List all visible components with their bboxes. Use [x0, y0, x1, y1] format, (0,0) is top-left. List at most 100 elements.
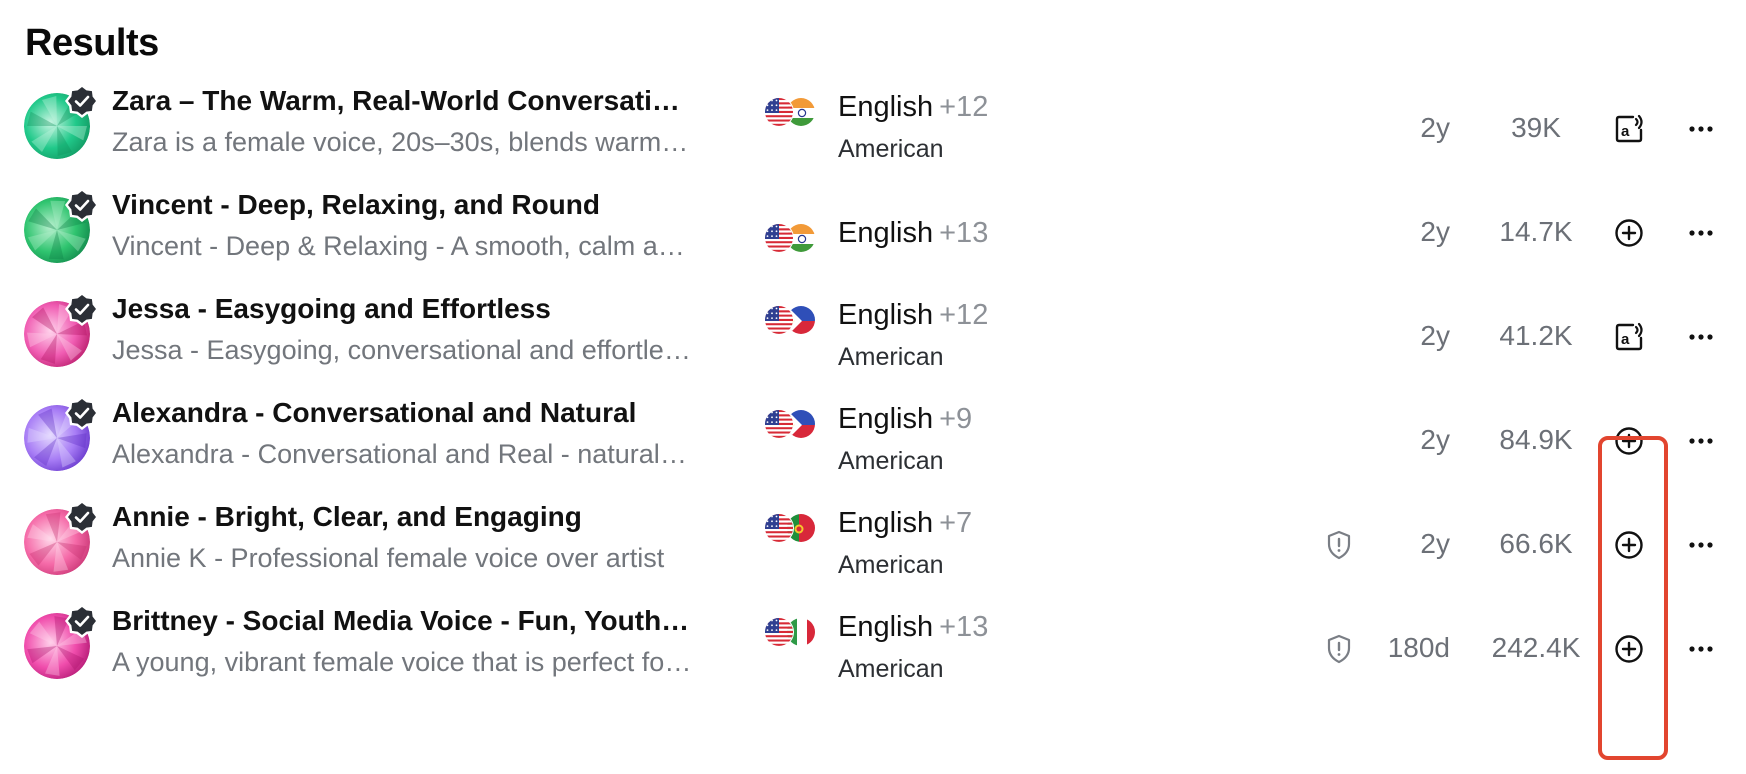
avatar[interactable]: [24, 396, 99, 471]
avatar[interactable]: [24, 292, 99, 367]
more-languages-count[interactable]: +13: [939, 217, 988, 249]
voice-name[interactable]: Brittney - Social Media Voice - Fun, You…: [112, 605, 692, 637]
ellipsis-horizontal-icon: [1684, 230, 1718, 254]
dubbing-icon: a: [1612, 114, 1646, 150]
voice-description: Annie K - Professional female voice over…: [112, 543, 665, 573]
ellipsis-horizontal-icon: [1684, 646, 1718, 670]
usage-count: 14.7K: [1499, 216, 1573, 247]
more-languages-count[interactable]: +12: [939, 299, 988, 331]
avatar[interactable]: [24, 188, 99, 263]
voice-description: Zara is a female voice, 20s–30s, blends …: [112, 127, 692, 157]
flag-us-icon: [764, 513, 794, 543]
svg-text:a: a: [1621, 331, 1630, 348]
flag-us-icon: [764, 305, 794, 335]
voice-age: 2y: [1420, 320, 1450, 351]
voice-row[interactable]: Zara – The Warm, Real-World Conversation…: [0, 71, 1746, 187]
more-languages-count[interactable]: +9: [939, 403, 972, 435]
language-flags: [764, 513, 820, 543]
accent-label: American: [838, 551, 944, 579]
accent-label: American: [838, 343, 944, 371]
flag-us-icon: [764, 223, 794, 253]
more-languages-count[interactable]: +12: [939, 91, 988, 123]
svg-text:a: a: [1621, 123, 1630, 140]
add-voice-button[interactable]: [1612, 216, 1646, 250]
shield-exclamation-icon: [1322, 632, 1356, 666]
language-name: English: [838, 91, 934, 123]
verified-badge-icon: [64, 291, 100, 327]
language-flags: [764, 305, 820, 335]
more-options-button[interactable]: [1684, 216, 1718, 250]
voice-row[interactable]: Vincent - Deep, Relaxing, and Round Vince…: [0, 175, 1746, 291]
ellipsis-horizontal-icon: [1684, 438, 1718, 462]
voice-name[interactable]: Alexandra - Conversational and Natural: [112, 397, 692, 429]
usage-count: 41.2K: [1499, 320, 1573, 351]
results-list: Zara – The Warm, Real-World Conversation…: [0, 0, 1746, 774]
more-languages-count[interactable]: +13: [939, 611, 988, 643]
language-name: English: [838, 217, 934, 249]
usage-count: 242.4K: [1491, 632, 1581, 663]
language-name: English: [838, 611, 934, 643]
usage-count: 39K: [1511, 112, 1561, 143]
more-options-button[interactable]: [1684, 632, 1718, 666]
flag-us-icon: [764, 617, 794, 647]
usage-count: 66.6K: [1499, 528, 1573, 559]
accent-label: American: [838, 655, 944, 683]
flag-us-icon: [764, 97, 794, 127]
voice-description: Vincent - Deep & Relaxing - A smooth, ca…: [112, 231, 692, 261]
verified-badge-icon: [64, 603, 100, 639]
more-options-button[interactable]: [1684, 528, 1718, 562]
voice-name[interactable]: Annie - Bright, Clear, and Engaging: [112, 501, 692, 533]
more-options-button[interactable]: [1684, 112, 1718, 146]
avatar[interactable]: [24, 604, 99, 679]
verified-badge-icon: [64, 395, 100, 431]
voice-name[interactable]: Vincent - Deep, Relaxing, and Round: [112, 189, 692, 221]
voice-name[interactable]: Zara – The Warm, Real-World Conversation…: [112, 85, 692, 117]
voice-age: 2y: [1420, 216, 1450, 247]
ellipsis-horizontal-icon: [1684, 542, 1718, 566]
shield-exclamation-icon: [1322, 528, 1356, 562]
ellipsis-horizontal-icon: [1684, 126, 1718, 150]
language-label: English +13: [838, 217, 988, 250]
voice-description: Jessa - Easygoing, conversational and ef…: [112, 335, 692, 365]
voice-description: A young, vibrant female voice that is pe…: [112, 647, 692, 677]
accent-label: American: [838, 135, 944, 163]
highlight-box: [1598, 436, 1668, 760]
language-flags: [764, 617, 820, 647]
language-name: English: [838, 299, 934, 331]
avatar[interactable]: [24, 84, 99, 159]
flag-us-icon: [764, 409, 794, 439]
language-flags: [764, 97, 820, 127]
voice-description: Alexandra - Conversational and Real - na…: [112, 439, 692, 469]
dubbing-button[interactable]: a: [1612, 112, 1646, 146]
language-label: English +12: [838, 91, 988, 124]
verified-badge-icon: [64, 187, 100, 223]
verified-badge-icon: [64, 83, 100, 119]
dubbing-button[interactable]: a: [1612, 320, 1646, 354]
verified-badge-icon: [64, 499, 100, 535]
voice-age: 2y: [1420, 424, 1450, 455]
voice-age: 2y: [1420, 112, 1450, 143]
language-flags: [764, 409, 820, 439]
language-label: English +13: [838, 611, 988, 644]
language-name: English: [838, 507, 934, 539]
language-label: English +7: [838, 507, 972, 540]
language-name: English: [838, 403, 934, 435]
more-options-button[interactable]: [1684, 424, 1718, 458]
usage-count: 84.9K: [1499, 424, 1573, 455]
avatar[interactable]: [24, 500, 99, 575]
language-label: English +12: [838, 299, 988, 332]
voice-row[interactable]: Annie - Bright, Clear, and Engaging Annie…: [0, 487, 1746, 603]
voice-name[interactable]: Jessa - Easygoing and Effortless: [112, 293, 692, 325]
voice-age: 180d: [1387, 632, 1450, 663]
accent-label: American: [838, 447, 944, 475]
voice-row[interactable]: Alexandra - Conversational and Natural Al…: [0, 383, 1746, 499]
dubbing-icon: a: [1612, 322, 1646, 358]
voice-row[interactable]: Brittney - Social Media Voice - Fun, You…: [0, 591, 1746, 707]
language-label: English +9: [838, 403, 972, 436]
plus-circle-icon: [1612, 219, 1646, 254]
more-options-button[interactable]: [1684, 320, 1718, 354]
language-flags: [764, 223, 820, 253]
voice-age: 2y: [1420, 528, 1450, 559]
more-languages-count[interactable]: +7: [939, 507, 972, 539]
voice-row[interactable]: Jessa - Easygoing and Effortless Jessa - …: [0, 279, 1746, 395]
